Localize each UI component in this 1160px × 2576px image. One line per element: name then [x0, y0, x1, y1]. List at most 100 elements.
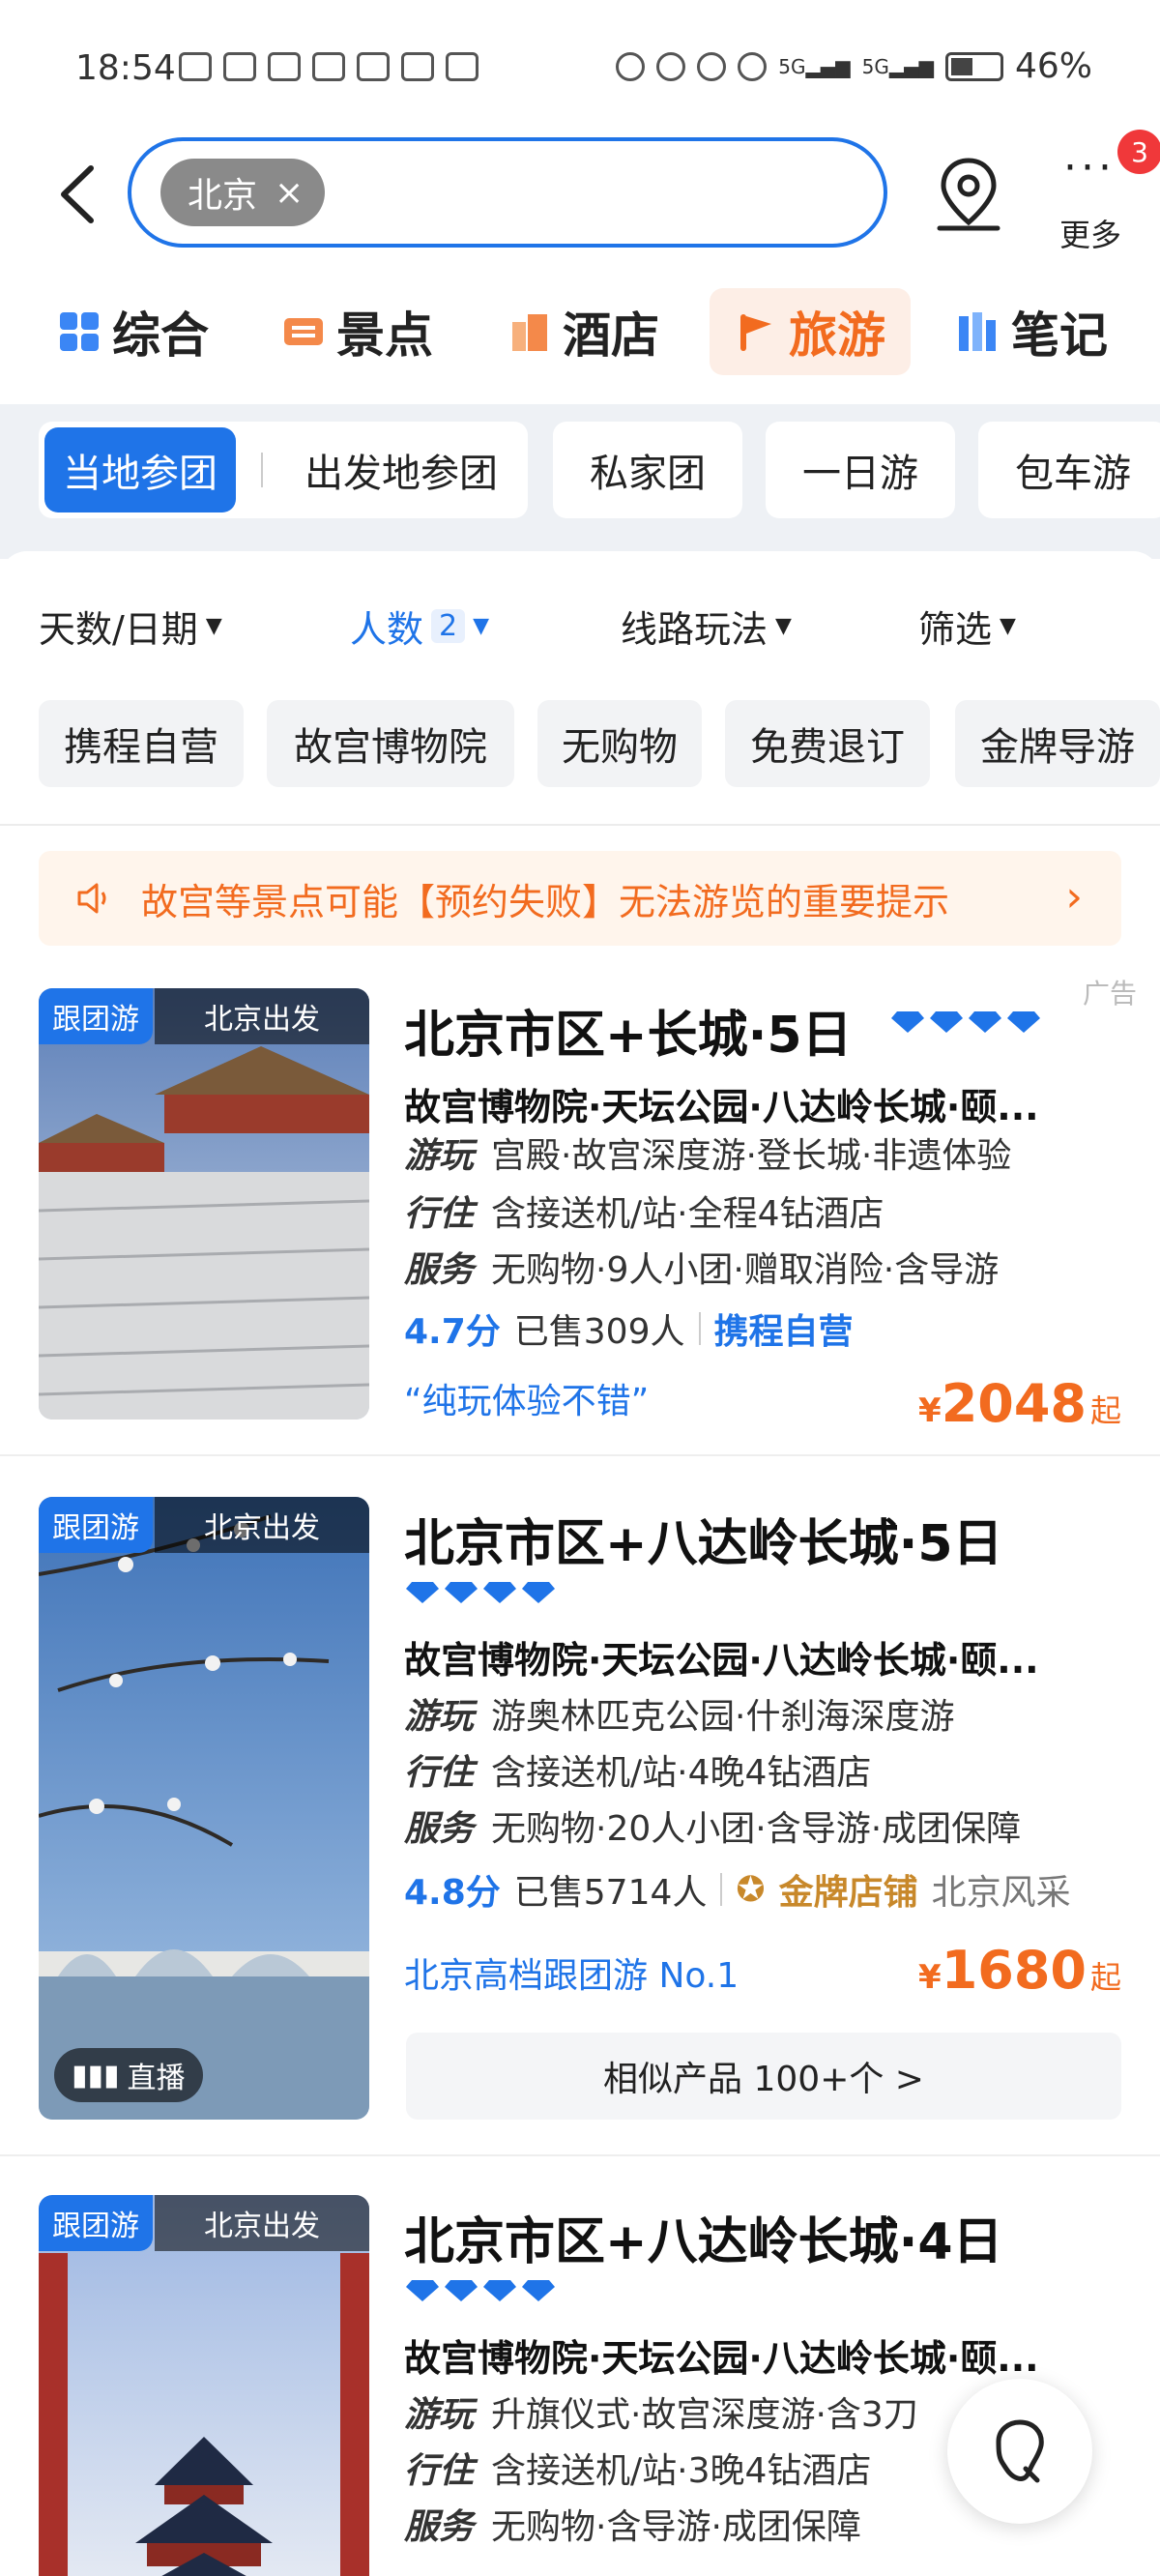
filter-label: 天数/日期 — [39, 608, 198, 651]
temple-image — [39, 2195, 369, 2576]
close-icon[interactable]: × — [275, 173, 304, 213]
subtab-charter[interactable]: 包车游 — [978, 422, 1160, 518]
more-button[interactable]: ··· 更多 3 — [1050, 130, 1160, 253]
search-header: 北京 × ··· 更多 3 — [0, 130, 1160, 253]
filter-panel: 天数/日期 ▼ 人数 2 ▼ 线路玩法 ▼ 筛选 ▼ 携程自营 故宫博物院 无购… — [0, 551, 1160, 832]
diamond-rating — [891, 1011, 1040, 1033]
signal-icon: 5G▂▄▆ — [778, 54, 851, 78]
product-slogan: 北京高档跟团游 No.1 — [404, 1956, 740, 1996]
quick-tag[interactable]: 携程自营 — [39, 700, 244, 787]
notification-badge: 3 — [1117, 130, 1160, 174]
product-subtitle: 故宫博物院·天坛公园·八达岭长城·颐... — [404, 1639, 1039, 1682]
product-subtitle: 故宫博物院·天坛公园·八达岭长城·颐... — [404, 2337, 1039, 2380]
product-meta: 4.7分 已售309人 携程自营 — [404, 1303, 854, 1354]
shop-name[interactable]: 北京风采 — [932, 1864, 1071, 1915]
bank-icon — [401, 52, 434, 81]
detail-key: 游玩 — [404, 2395, 475, 2435]
eye-icon — [223, 52, 256, 81]
product-card[interactable]: 跟团游 北京出发 北京市区+长城·5日 故宫博物院·天坛公园·八达岭长城·颐..… — [0, 988, 1160, 1454]
tab-all[interactable]: 综合 — [58, 288, 209, 375]
subtab-day-trip[interactable]: 一日游 — [766, 422, 955, 518]
live-icon: ▮▮▮ — [72, 2058, 120, 2093]
rating-score: 4.8分 — [404, 1873, 501, 1913]
flag-icon — [740, 314, 771, 351]
quick-tag[interactable]: 金牌导游 — [955, 700, 1160, 787]
departure-tag: 北京出发 — [155, 2195, 369, 2251]
detail-key: 服务 — [404, 1250, 475, 1290]
quick-tag[interactable]: 故宫博物院 — [267, 700, 514, 787]
notes-icon — [959, 312, 996, 351]
bank-icon — [446, 52, 478, 81]
caret-down-icon: ▼ — [775, 614, 792, 638]
tab-notes[interactable]: 笔记 — [957, 288, 1108, 375]
quick-tag[interactable]: 免费退订 — [725, 700, 930, 787]
diamond-rating — [406, 1582, 555, 1603]
detail-value: 升旗仪式·故宫深度游·含3刀 — [491, 2395, 918, 2435]
diamond-icon — [445, 2280, 478, 2301]
detail-service: 服务 无购物·含导游·成团保障 — [404, 2499, 861, 2549]
diamond-icon — [483, 2280, 516, 2301]
notice-banner[interactable]: 故宫等景点可能【预约失败】无法游览的重要提示 › — [39, 851, 1121, 946]
grid-icon — [60, 312, 99, 351]
detail-key: 行住 — [404, 1753, 475, 1793]
customer-service-button[interactable] — [947, 2379, 1092, 2524]
caret-down-icon: ▼ — [1000, 614, 1016, 638]
product-image: 跟团游 北京出发 — [39, 2195, 369, 2576]
diamond-icon — [891, 1011, 924, 1033]
diamond-icon — [1007, 1011, 1040, 1033]
departure-tag: 北京出发 — [155, 988, 369, 1044]
sold-count: 已售5714人 — [513, 1873, 708, 1913]
location-icon[interactable] — [930, 153, 1007, 234]
product-card[interactable]: 跟团游 北京出发 北京市区+八达岭长城·4日 故宫博物院·天坛公园·八达岭长城·… — [0, 2195, 1160, 2576]
similar-products-button[interactable]: 相似产品 100+个 > — [406, 2033, 1121, 2120]
price: ¥ 1680 起 — [918, 1940, 1121, 2001]
tab-label: 综合 — [112, 307, 209, 364]
subtab-local-group[interactable]: 当地参团 — [44, 427, 236, 512]
detail-play: 游玩 宫殿·故宫深度游·登长城·非遗体验 — [404, 1127, 1011, 1178]
tab-label: 酒店 — [563, 307, 659, 364]
detail-value: 宫殿·故宫深度游·登长城·非遗体验 — [491, 1136, 1012, 1176]
caret-down-icon: ▼ — [205, 614, 222, 638]
currency: ¥ — [918, 1958, 942, 1997]
product-card[interactable]: 跟团游 北京出发 ▮▮▮ 直播 北京市区+八达岭长城·5日 故宫博物院·天坛公园… — [0, 1497, 1160, 2154]
filter-people[interactable]: 人数 2 ▼ — [350, 600, 489, 653]
quick-tag[interactable]: 无购物 — [537, 700, 702, 787]
diamond-icon — [483, 1582, 516, 1603]
price: ¥ 2048 起 — [918, 1373, 1121, 1434]
live-badge[interactable]: ▮▮▮ 直播 — [54, 2048, 203, 2102]
app-icon — [312, 52, 345, 81]
filter-route[interactable]: 线路玩法 ▼ — [621, 600, 792, 653]
detail-value: 含接送机/站·全程4钻酒店 — [491, 1194, 884, 1234]
people-count: 2 — [431, 609, 466, 643]
search-chip[interactable]: 北京 × — [160, 159, 326, 226]
search-chip-label: 北京 — [188, 176, 258, 216]
tour-type-tag: 跟团游 — [39, 2195, 153, 2251]
detail-key: 游玩 — [404, 1136, 475, 1176]
subtab-departure-group[interactable]: 出发地参团 — [280, 422, 522, 518]
price-suffix: 起 — [1089, 1959, 1121, 1996]
tab-hotels[interactable]: 酒店 — [508, 288, 659, 375]
search-input[interactable]: 北京 × — [128, 137, 887, 248]
more-label: 更多 — [1059, 217, 1122, 253]
filter-screen[interactable]: 筛选 ▼ — [918, 600, 1016, 653]
tab-travel[interactable]: 旅游 — [710, 288, 911, 375]
currency: ¥ — [918, 1391, 942, 1430]
mute-icon — [738, 51, 768, 81]
chat-bubble-icon — [996, 2419, 1044, 2483]
hotel-icon — [512, 314, 547, 351]
detail-key: 行住 — [404, 2451, 475, 2491]
card-divider — [0, 2154, 1160, 2156]
medal-icon: ✪ — [736, 1869, 766, 1910]
speaker-icon — [77, 883, 106, 914]
diamond-icon — [930, 1011, 963, 1033]
tab-label: 旅游 — [789, 307, 885, 364]
filter-days[interactable]: 天数/日期 ▼ — [39, 600, 222, 653]
divider — [0, 824, 1160, 826]
tour-type-tag: 跟团游 — [39, 1497, 153, 1553]
diamond-icon — [522, 1582, 555, 1603]
notice-text: 故宫等景点可能【预约失败】无法游览的重要提示 — [141, 880, 950, 923]
back-icon[interactable] — [54, 162, 102, 226]
subtab-private-group[interactable]: 私家团 — [553, 422, 742, 518]
product-title: 北京市区+八达岭长城·4日 — [404, 2213, 1003, 2271]
tab-attractions[interactable]: 景点 — [282, 288, 433, 375]
